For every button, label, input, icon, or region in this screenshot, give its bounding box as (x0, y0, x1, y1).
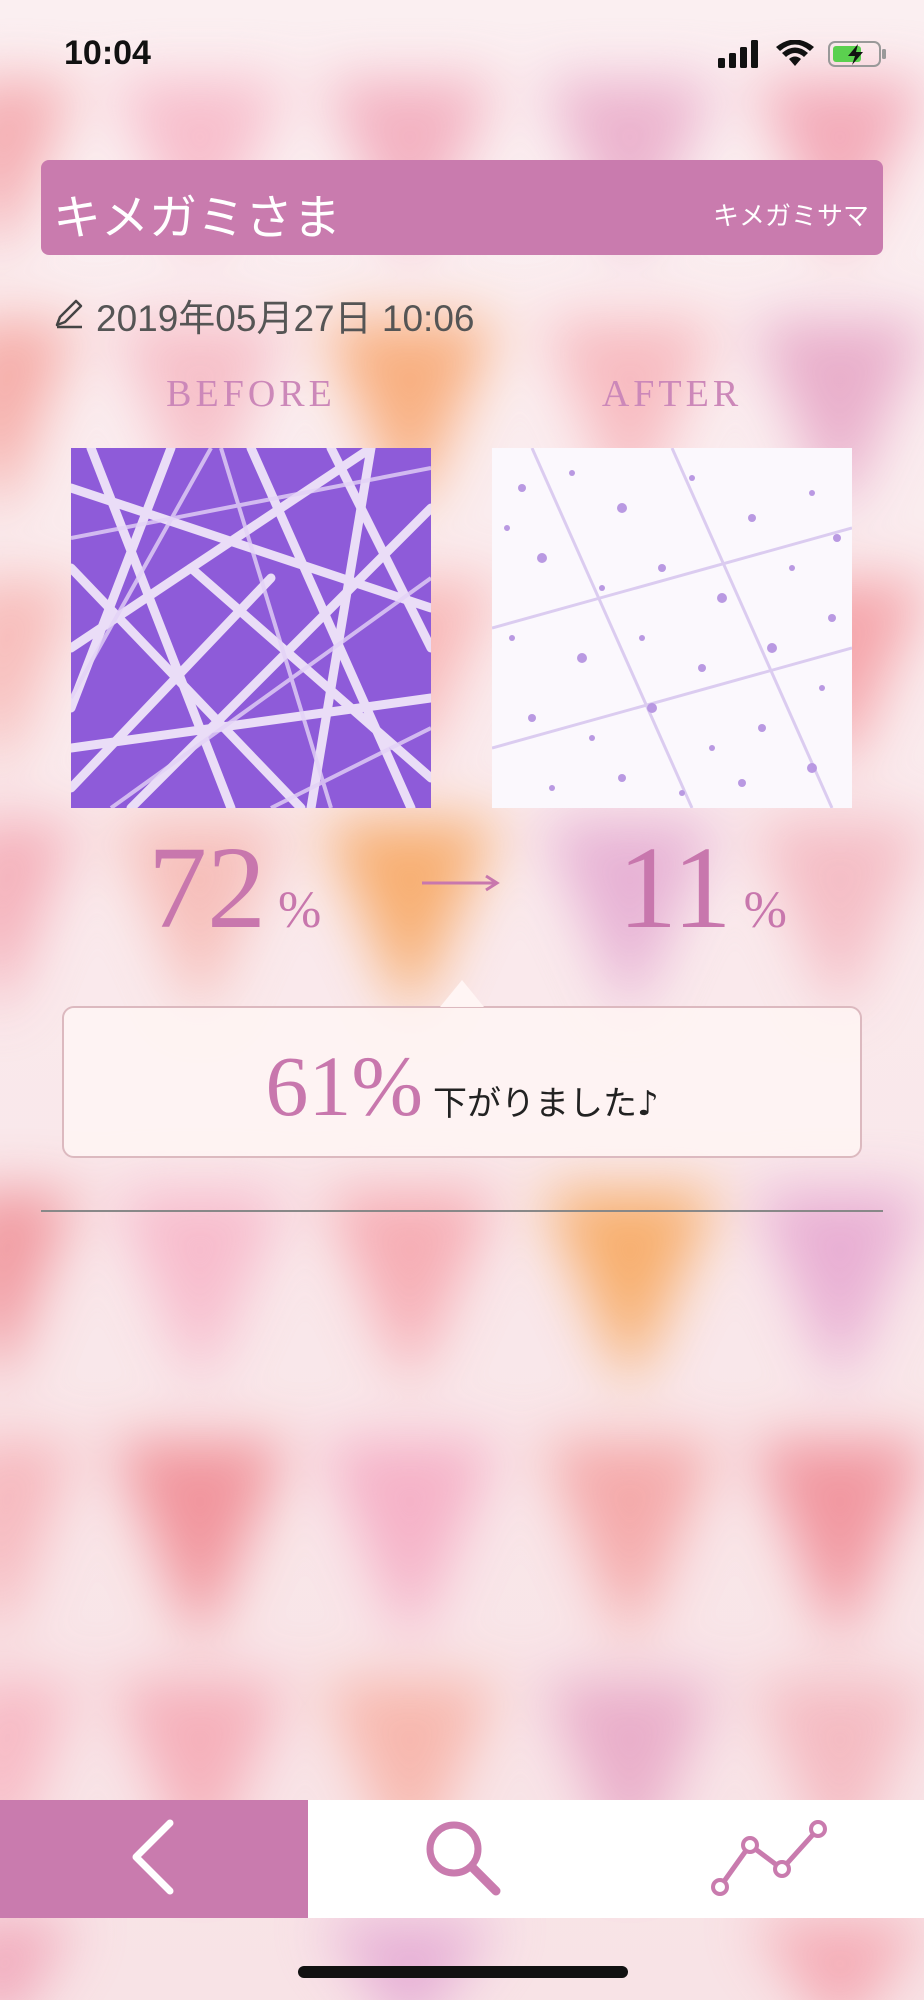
search-icon (420, 1815, 504, 1903)
result-callout-pointer (440, 980, 484, 1007)
header-title-bar: キメガミさま キメガミサマ (41, 160, 883, 255)
page-title: キメガミさま (53, 190, 342, 246)
before-unit: % (278, 882, 322, 939)
before-percentage: 72 % (148, 820, 321, 956)
back-button[interactable] (0, 1800, 308, 1918)
result-content: 61% 下がりました♪ (64, 1008, 860, 1156)
after-percentage: 11 % (618, 820, 787, 956)
after-skin-image (492, 448, 852, 808)
before-skin-image (71, 448, 431, 808)
signal-icon (718, 40, 762, 72)
result-message: 下がりました♪ (432, 1084, 659, 1124)
battery-charging-icon (828, 40, 888, 72)
divider (41, 1210, 883, 1212)
wifi-icon (776, 39, 814, 72)
record-date: 2019年05月27日 10:06 (96, 298, 475, 339)
bottom-tab-bar (0, 1800, 924, 1918)
chevron-left-icon (124, 1817, 184, 1901)
after-label: AFTER (601, 373, 743, 415)
after-unit: % (743, 882, 787, 939)
before-label: BEFORE (166, 373, 336, 415)
status-icons (718, 39, 888, 72)
result-percentage: 61% (265, 1038, 423, 1134)
graph-button[interactable] (616, 1800, 924, 1918)
line-chart-icon (710, 1817, 830, 1901)
result-callout: 61% 下がりました♪ (62, 1006, 862, 1158)
status-time: 10:04 (64, 34, 151, 72)
arrow-right-icon (420, 868, 500, 902)
search-button[interactable] (308, 1800, 616, 1918)
page-title-reading: キメガミサマ (712, 202, 869, 232)
after-value: 11 (618, 822, 732, 953)
record-date-row: 2019年05月27日 10:06 (52, 288, 475, 342)
before-value: 72 (148, 822, 266, 953)
pencil-icon (52, 296, 86, 334)
status-bar: 10:04 (0, 0, 924, 110)
home-indicator[interactable] (298, 1966, 628, 1978)
